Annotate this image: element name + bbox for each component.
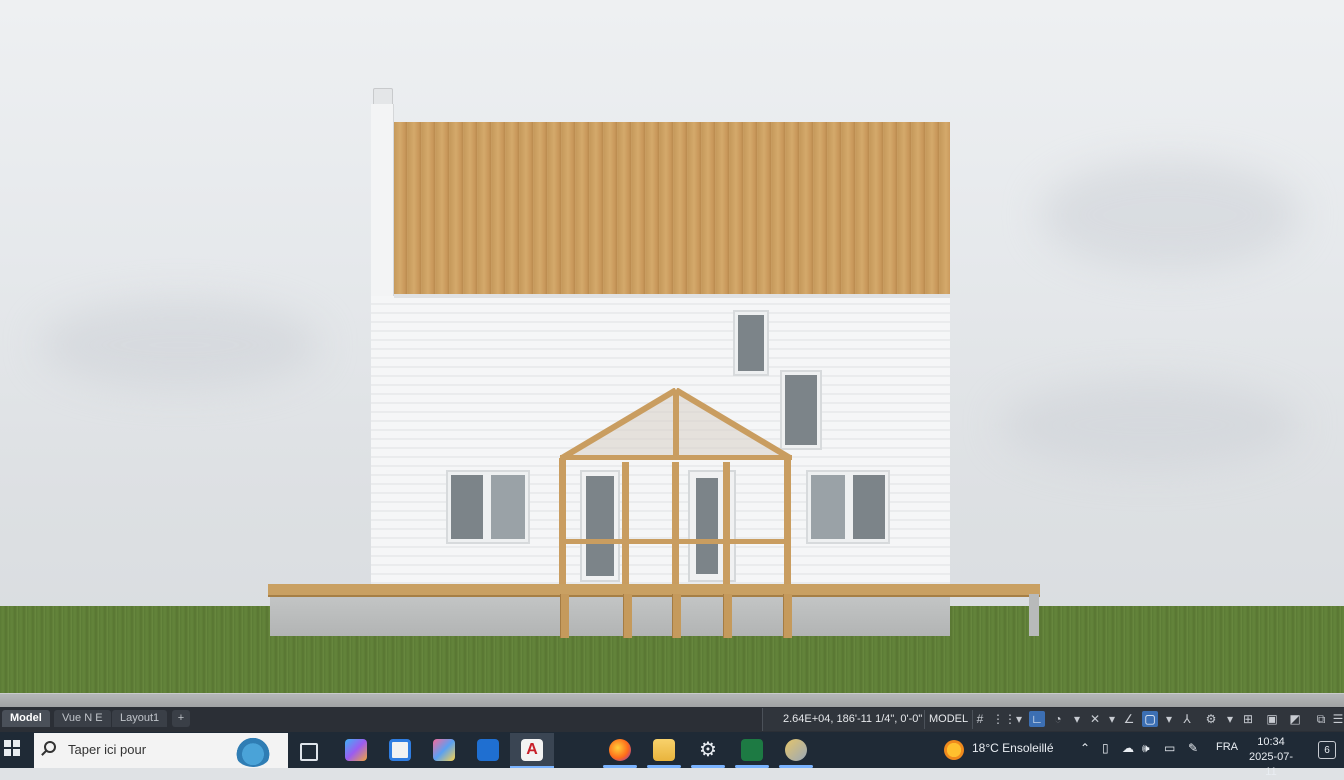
- pen-icon[interactable]: ✎: [1188, 741, 1198, 755]
- battery-icon[interactable]: ▭: [1164, 741, 1175, 755]
- annotation-scale-icon[interactable]: ⅄: [1179, 711, 1195, 727]
- sky-cloud: [1040, 160, 1300, 270]
- file-explorer-icon[interactable]: [653, 739, 675, 761]
- curb: [0, 693, 1344, 707]
- clock-time: 10:34: [1257, 736, 1285, 748]
- search-placeholder: Taper ici pour: [68, 742, 147, 757]
- porch-post: [784, 458, 791, 588]
- selection-cycling-icon[interactable]: ▢: [1142, 711, 1158, 727]
- sky-cloud: [40, 300, 320, 390]
- search-highlight-art: [234, 735, 272, 767]
- deck-post: [560, 594, 569, 638]
- deck-post: [723, 594, 732, 638]
- store-icon[interactable]: [389, 739, 411, 761]
- porch-post: [723, 462, 730, 588]
- language-indicator[interactable]: FRA: [1216, 741, 1238, 753]
- upper-window: [733, 310, 769, 376]
- outlook-icon[interactable]: [477, 739, 499, 761]
- search-icon: [44, 741, 56, 753]
- porch-post: [672, 462, 679, 588]
- copilot-icon[interactable]: [345, 739, 367, 761]
- clock-date: 2025-07-11: [1248, 751, 1294, 778]
- cloud-icon[interactable]: ☁: [1122, 741, 1134, 755]
- porch-rail: [559, 539, 791, 544]
- device-icon[interactable]: ▯: [1102, 741, 1109, 755]
- deck-post: [783, 594, 792, 638]
- customize-icon[interactable]: ☰: [1330, 711, 1344, 727]
- settings-icon[interactable]: ⚙: [697, 739, 719, 761]
- firefox-icon[interactable]: [609, 739, 631, 761]
- isolate-icon[interactable]: ⊞: [1240, 711, 1256, 727]
- chevron-down-icon[interactable]: ▾: [1069, 711, 1085, 727]
- wood-deck: [268, 584, 1040, 597]
- autocad-icon[interactable]: A: [521, 739, 543, 761]
- lower-window-right: [806, 470, 890, 544]
- model-viewport[interactable]: [0, 0, 1344, 707]
- porch-post: [559, 458, 566, 588]
- porch-gable-frame: [560, 388, 792, 460]
- tab-model[interactable]: Model: [2, 710, 50, 727]
- chevron-down-icon[interactable]: ▾: [1011, 711, 1027, 727]
- trim-band: [394, 294, 950, 298]
- sky-cloud: [1000, 380, 1300, 470]
- gear-icon[interactable]: ⚙: [1203, 711, 1219, 727]
- notification-badge[interactable]: 6: [1318, 741, 1336, 759]
- task-view-icon[interactable]: [300, 743, 318, 761]
- wood-cladding-upper: [394, 122, 950, 296]
- chevron-down-icon[interactable]: ▾: [1104, 711, 1120, 727]
- windows-start-icon[interactable]: [4, 740, 20, 756]
- chevron-down-icon[interactable]: ▾: [1161, 711, 1177, 727]
- tab-vue-ne[interactable]: Vue N E: [54, 710, 111, 727]
- add-layout-button[interactable]: +: [172, 710, 190, 727]
- fullscreen-icon[interactable]: ⧉: [1313, 711, 1329, 727]
- snap-grid-icon[interactable]: ⋮⋮: [992, 711, 1016, 727]
- lower-window-left: [446, 470, 530, 544]
- paint-icon[interactable]: [433, 739, 455, 761]
- excel-icon[interactable]: [741, 739, 763, 761]
- osnap-icon[interactable]: ✕: [1087, 711, 1103, 727]
- deck-support-post: [1029, 594, 1039, 636]
- porch-post: [622, 462, 629, 588]
- ortho-icon[interactable]: ∟: [1029, 711, 1045, 727]
- weather-sun-icon[interactable]: [944, 740, 964, 760]
- concrete-foundation: [270, 594, 950, 636]
- lock-icon[interactable]: ◩: [1287, 711, 1303, 727]
- workspace-icon[interactable]: ▣: [1264, 711, 1280, 727]
- coordinate-readout[interactable]: 2.64E+04, 186'-11 1/4", 0'-0": [783, 713, 922, 725]
- deck-post: [672, 594, 681, 638]
- polar-icon[interactable]: ◔: [1050, 711, 1066, 727]
- angle-icon[interactable]: ∠: [1121, 711, 1137, 727]
- clock[interactable]: 10:34 2025-07-11: [1248, 735, 1294, 780]
- chevron-up-icon[interactable]: ⌃: [1080, 741, 1090, 755]
- entry-door-left: [580, 470, 620, 582]
- model-space-button[interactable]: MODEL: [924, 710, 974, 729]
- tab-layout1[interactable]: Layout1: [112, 710, 168, 727]
- chevron-down-icon[interactable]: ▾: [1222, 711, 1238, 727]
- deck-post: [623, 594, 632, 638]
- grid-icon[interactable]: #: [972, 711, 988, 727]
- weather-text[interactable]: 18°C Ensoleillé: [972, 741, 1054, 755]
- volume-icon[interactable]: 🕪: [1142, 741, 1150, 756]
- sketchup-icon[interactable]: [785, 739, 807, 761]
